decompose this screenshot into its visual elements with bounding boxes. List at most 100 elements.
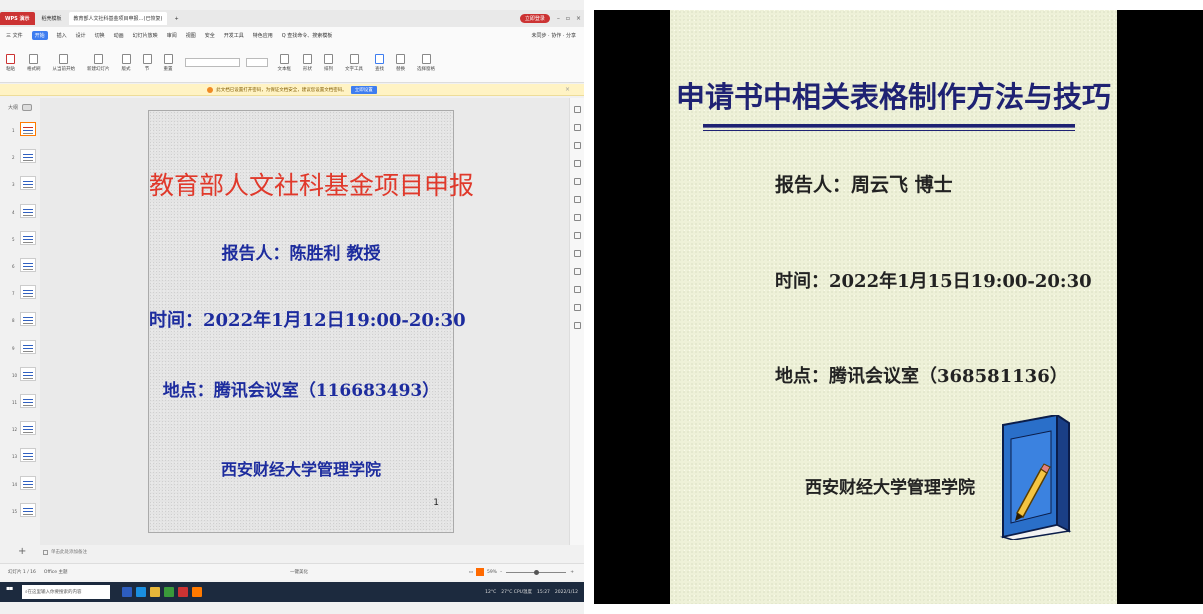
format-painter-button[interactable]: 格式刷 (27, 53, 41, 72)
panel-header: 大纲 (8, 104, 33, 111)
slide-thumbnail[interactable]: 14 (5, 474, 37, 496)
slide-thumbnail[interactable]: 3 (5, 174, 37, 196)
settings-icon[interactable] (574, 304, 581, 311)
slide-thumbnail[interactable]: 1 (5, 120, 37, 142)
task-view-icon[interactable] (122, 587, 132, 597)
slide-thumbnail-image (20, 122, 36, 136)
zoom-controls: ▭ 59% – + (469, 568, 574, 576)
command-search[interactable]: Q 查找命令、搜索模板 (282, 32, 333, 39)
arrange-button[interactable]: 排列 (324, 53, 333, 72)
zoom-level: 59% (486, 569, 497, 575)
new-tab-button[interactable]: + (169, 12, 183, 25)
close-icon[interactable]: × (565, 86, 570, 93)
slide-thumbnail-image (20, 394, 36, 408)
find-button[interactable]: 查找 (375, 53, 384, 72)
menu-features[interactable]: 特色应用 (253, 32, 273, 39)
wps-taskbar-icon[interactable] (178, 587, 188, 597)
slide-thumbnail[interactable]: 8 (5, 310, 37, 332)
slide-thumbnail[interactable]: 13 (5, 446, 37, 468)
beautify-button[interactable]: 一键美化 (290, 569, 308, 575)
slides-view-icon[interactable] (22, 104, 33, 111)
design-icon[interactable] (574, 124, 581, 131)
play-from-current-button[interactable]: 从当前开始 (53, 53, 75, 72)
zoom-slider[interactable] (506, 569, 567, 575)
share-icon[interactable] (574, 286, 581, 293)
menu-design[interactable]: 设计 (76, 32, 86, 39)
slide-thumbnail[interactable]: 6 (5, 256, 37, 278)
paste-icon (6, 53, 15, 64)
tab-document[interactable]: 教育部人文社科基金项目申报…(已恢复) (68, 12, 168, 25)
slide-place: 地点：腾讯会议室（368581136） (775, 366, 1068, 387)
menu-transition[interactable]: 切换 (95, 32, 105, 39)
shape-style-icon[interactable] (574, 178, 581, 185)
menu-insert[interactable]: 插入 (57, 32, 67, 39)
reset-button[interactable]: 重置 (163, 53, 173, 72)
slide-thumbnail[interactable]: 2 (5, 147, 37, 169)
menu-review[interactable]: 审阅 (167, 32, 177, 39)
font-size-select[interactable] (245, 58, 268, 67)
app-icon[interactable] (164, 587, 174, 597)
transition-icon[interactable] (574, 160, 581, 167)
slide-thumbnail[interactable]: 12 (5, 419, 37, 441)
tab-templates[interactable]: 稻壳模板 (37, 12, 67, 25)
menu-home[interactable]: 开始 (31, 30, 48, 40)
menu-slideshow[interactable]: 幻灯片放映 (133, 32, 158, 39)
property-icon[interactable] (574, 106, 581, 113)
picture-icon[interactable] (574, 196, 581, 203)
chart-icon[interactable] (574, 232, 581, 239)
minimize-icon[interactable]: – (557, 15, 560, 22)
zoom-in-icon[interactable]: + (570, 570, 574, 575)
slide-thumbnail[interactable]: 5 (5, 229, 37, 251)
help-icon[interactable] (574, 322, 581, 329)
title-underline (703, 124, 1075, 128)
text-tools-button[interactable]: 文字工具 (345, 53, 363, 72)
animation-icon[interactable] (574, 142, 581, 149)
font-family-select[interactable] (184, 58, 240, 67)
outline-tab[interactable]: 大纲 (8, 104, 18, 111)
menu-developer[interactable]: 开发工具 (224, 32, 244, 39)
login-button[interactable]: 立即登录 (519, 14, 550, 23)
tab-wps[interactable]: WPS 演示 (0, 12, 35, 25)
file-explorer-icon[interactable] (150, 587, 160, 597)
normal-view-icon[interactable]: ▭ (469, 570, 473, 575)
slide-thumbnail[interactable]: 4 (5, 202, 37, 224)
close-icon[interactable]: × (576, 15, 581, 22)
paste-button[interactable]: 粘贴 (6, 53, 15, 72)
selection-pane-button[interactable]: 选择窗格 (417, 53, 435, 72)
slide-thumbnail-number: 15 (12, 508, 18, 514)
table-icon[interactable] (574, 214, 581, 221)
slide-thumbnail[interactable]: 9 (5, 338, 37, 360)
menu-file[interactable]: 三 文件 (6, 32, 23, 39)
shape-button[interactable]: 形状 (303, 53, 312, 72)
slide-thumbnail-image (20, 312, 36, 327)
section-button[interactable]: 节 (142, 53, 152, 72)
taskbar-search[interactable]: ⌕ 在这里输入你要搜索的内容 (22, 585, 110, 599)
replace-button[interactable]: 替换 (396, 53, 405, 72)
slide-thumbnail[interactable]: 11 (5, 392, 37, 414)
slideshow-play-icon[interactable] (475, 568, 484, 576)
slide-thumbnail[interactable]: 10 (5, 365, 37, 387)
slide-thumbnail-image (20, 258, 36, 272)
windows-start-icon[interactable] (6, 585, 18, 598)
zoom-out-icon[interactable]: – (500, 570, 502, 575)
maximize-icon[interactable]: ▫ (566, 15, 570, 22)
clock-date: 2022/1/12 (554, 589, 578, 595)
menu-view[interactable]: 视图 (186, 32, 196, 39)
add-slide-button[interactable]: + (18, 546, 26, 557)
slide-1-editor[interactable]: 教育部人文社科基金项目申报 报告人：陈胜利 教授 时间：2022年1月12日19… (148, 110, 474, 533)
edge-browser-icon[interactable] (136, 587, 146, 597)
textbox-button[interactable]: 文本框 (278, 53, 291, 72)
menu-right-actions[interactable]: 未同步 · 协作 · 分享 (531, 32, 576, 39)
notes-area[interactable]: 单击此处添加备注 (40, 545, 570, 559)
backup-icon[interactable] (574, 268, 581, 275)
layout-button[interactable]: 版式 (121, 53, 131, 72)
slide-thumbnail[interactable]: 15 (5, 501, 37, 523)
slide-thumbnail[interactable]: 7 (5, 283, 37, 305)
slide-thumbnail-number: 6 (12, 264, 15, 269)
menu-security[interactable]: 安全 (205, 32, 215, 39)
menu-animation[interactable]: 动画 (114, 32, 124, 39)
new-slide-button[interactable]: 新建幻灯片 (87, 53, 110, 72)
notice-action-button[interactable]: 立即设置 (350, 85, 377, 94)
presentation-taskbar-icon[interactable] (192, 587, 202, 597)
text-icon[interactable] (574, 250, 581, 257)
